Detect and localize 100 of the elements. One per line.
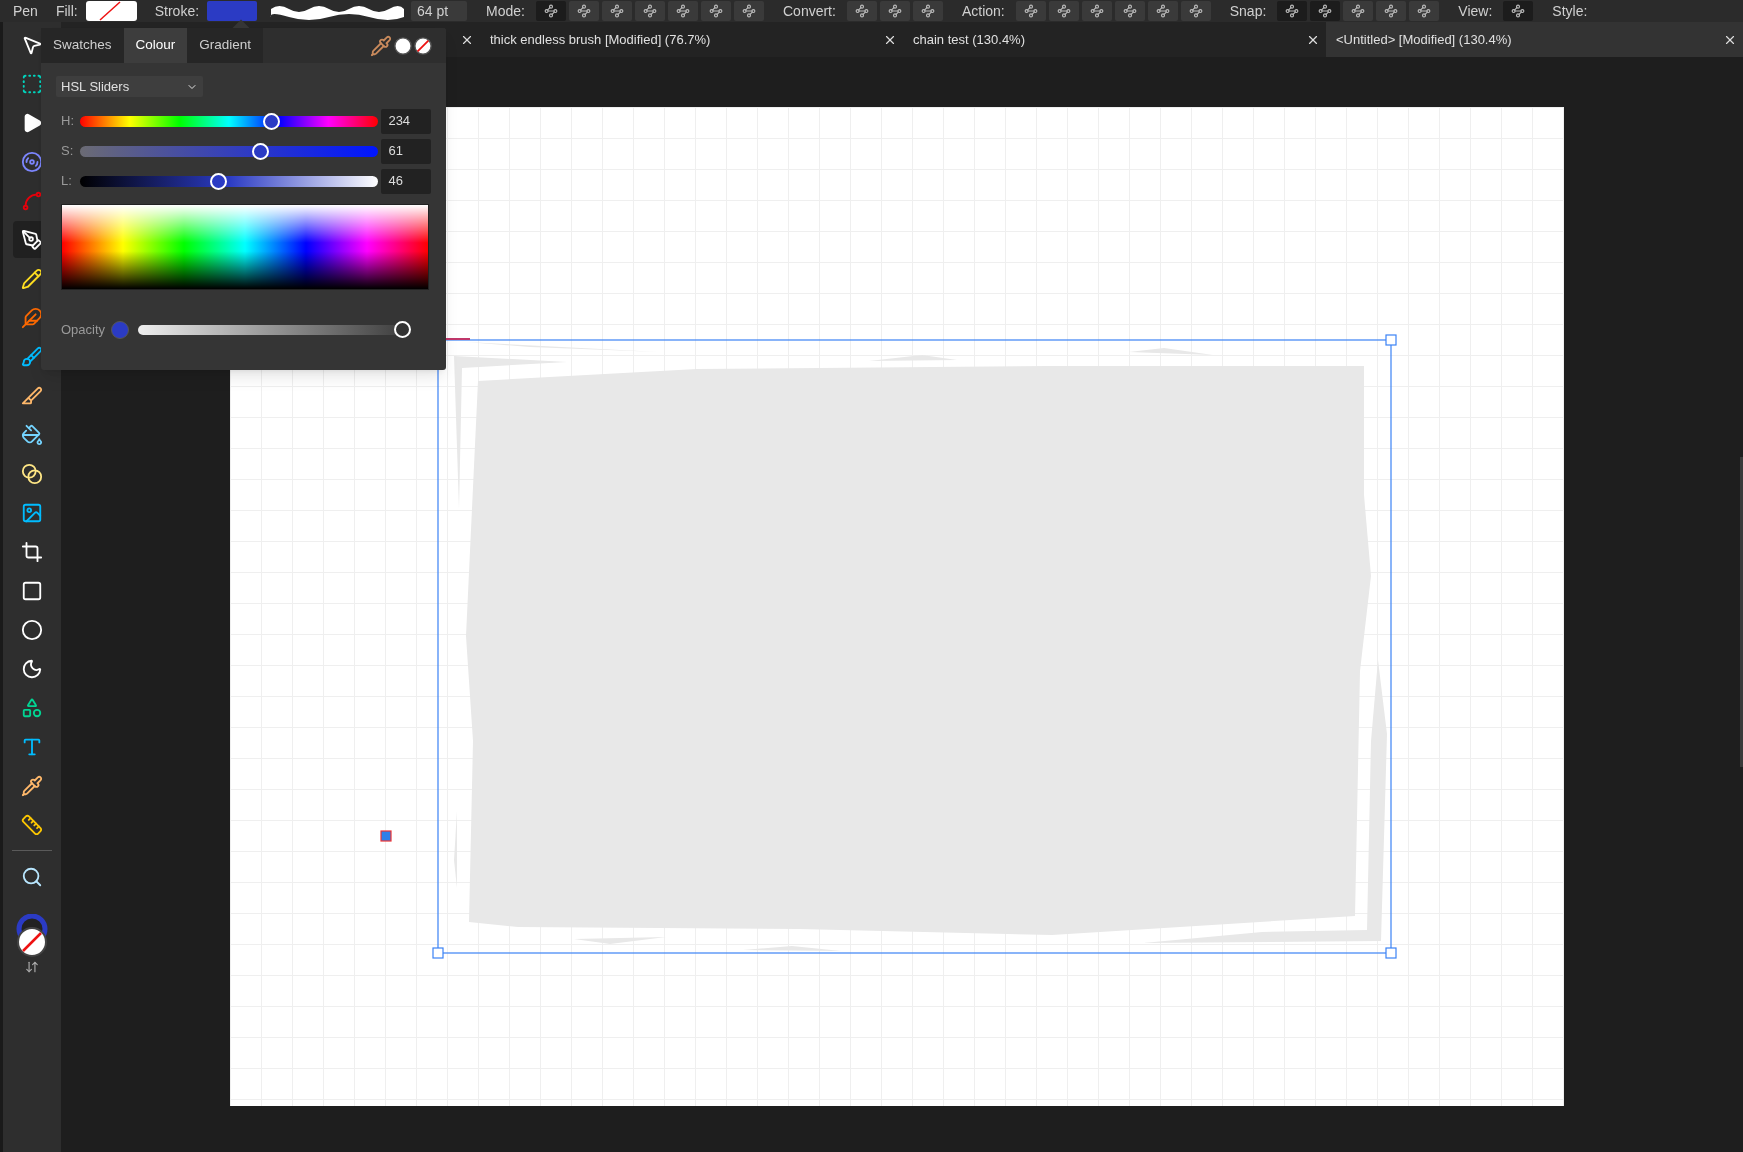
pipette-icon [21, 774, 43, 797]
document-tab[interactable]: <Untitled> [Modified] (130.4%) [1326, 22, 1743, 57]
fill-none-swatch[interactable] [85, 1, 137, 21]
target-icon [21, 150, 43, 173]
node-icon [1285, 4, 1300, 18]
node-icon [887, 4, 902, 18]
crescent-icon [21, 657, 43, 680]
fill-stroke-wells-icon[interactable] [14, 914, 50, 958]
fill-label: Fill: [55, 1, 78, 21]
slider-thumb[interactable] [252, 142, 270, 160]
brush-icon [21, 345, 43, 368]
node-icon [1056, 4, 1071, 18]
ruler-icon [21, 813, 43, 836]
toolbar-button[interactable] [1114, 1, 1145, 21]
value-field[interactable]: 234 [381, 108, 431, 134]
opacity-label: Opacity [61, 321, 106, 339]
group-label: Action: [961, 1, 1005, 21]
slider-label: S: [61, 142, 75, 161]
rectangle-icon [21, 579, 43, 602]
group-label: Style: [1552, 1, 1588, 21]
toolbar-button[interactable] [701, 1, 731, 21]
slider-thumb[interactable] [394, 320, 412, 338]
stroke-width-field[interactable]: 64 pt [411, 1, 468, 21]
toolbar-button[interactable] [846, 1, 877, 21]
node-icon [1122, 4, 1137, 18]
toolbar-button[interactable] [1081, 1, 1112, 21]
node-icon [1318, 4, 1333, 18]
group-label: Mode: [486, 1, 525, 21]
panel-tab[interactable]: Colour [123, 28, 188, 63]
node-icon [643, 4, 657, 18]
toolbar-button[interactable] [1376, 1, 1407, 21]
stroke-label: Stroke: [154, 1, 200, 21]
crop-icon [21, 540, 43, 563]
panel-tab[interactable]: Gradient [187, 28, 264, 63]
toolbar-button[interactable] [1180, 1, 1211, 21]
value-field[interactable]: 46 [381, 168, 431, 194]
toolbar-button[interactable] [879, 1, 910, 21]
artboard-icon [21, 72, 43, 95]
node-icon [1351, 4, 1366, 18]
toolbar-button[interactable] [912, 1, 943, 21]
feather-icon [21, 306, 43, 329]
toolbar-button[interactable] [569, 1, 599, 21]
opacity-slider[interactable] [138, 321, 411, 339]
path-node[interactable] [380, 830, 392, 842]
zoom-icon [21, 865, 43, 888]
no-colour-icon[interactable] [414, 36, 432, 55]
node-icon [1417, 4, 1432, 18]
node-icon [1089, 4, 1104, 18]
knife-icon [21, 384, 43, 407]
node-icon [709, 4, 723, 18]
saturation-slider[interactable] [79, 142, 379, 160]
solid-swatch-icon[interactable] [394, 36, 412, 55]
node-icon [1384, 4, 1399, 18]
hue-slider[interactable] [79, 112, 379, 130]
group-label: Snap: [1229, 1, 1267, 21]
toolbar-button[interactable] [1503, 1, 1534, 21]
group-label: Convert: [783, 1, 836, 21]
toolbar-button[interactable] [1343, 1, 1374, 21]
value-field[interactable]: 61 [381, 138, 431, 164]
node-icon [1511, 4, 1526, 18]
node-icon [920, 4, 935, 18]
node-icon [610, 4, 624, 18]
ellipse-icon [21, 618, 43, 641]
toolbar-button[interactable] [1015, 1, 1046, 21]
resize-handle[interactable] [1385, 334, 1397, 346]
pencil-icon [21, 267, 43, 290]
colour-mode-dropdown[interactable]: HSL Sliders [56, 76, 203, 97]
group-label: View: [1458, 1, 1493, 21]
slider-label: L: [61, 172, 73, 191]
toolbar-button[interactable] [1409, 1, 1440, 21]
node-icon [577, 4, 591, 18]
toolbar-button[interactable] [635, 1, 665, 21]
panel-tab[interactable]: Swatches [41, 28, 124, 63]
pen-icon [21, 228, 43, 251]
shapes-icon [21, 696, 43, 719]
lightness-slider[interactable] [79, 172, 379, 190]
toolbar-button[interactable] [602, 1, 632, 21]
resize-handle[interactable] [1385, 947, 1397, 959]
toolbar-button[interactable] [1310, 1, 1341, 21]
slider-label: H: [61, 112, 75, 131]
path-segment-line [445, 338, 471, 340]
toolbar-button[interactable] [1147, 1, 1178, 21]
curve-icon [21, 189, 43, 212]
toolbar-button[interactable] [536, 1, 566, 21]
gradient-icon [21, 462, 43, 485]
stroke-swatch[interactable] [207, 1, 258, 21]
swap-icon[interactable] [25, 960, 39, 974]
toolbar-button[interactable] [1277, 1, 1308, 21]
slider-thumb[interactable] [263, 112, 281, 130]
resize-handle[interactable] [432, 947, 444, 959]
toolbar-button[interactable] [734, 1, 764, 21]
colour-spectrum[interactable] [61, 204, 429, 290]
node-icon [544, 4, 558, 18]
slider-thumb[interactable] [209, 172, 227, 190]
node-icon [1188, 4, 1203, 18]
pipette-icon[interactable] [370, 34, 392, 57]
toolbar-button[interactable] [668, 1, 698, 21]
node-icon [676, 4, 690, 18]
image-icon [21, 501, 43, 524]
toolbar-button[interactable] [1048, 1, 1079, 21]
